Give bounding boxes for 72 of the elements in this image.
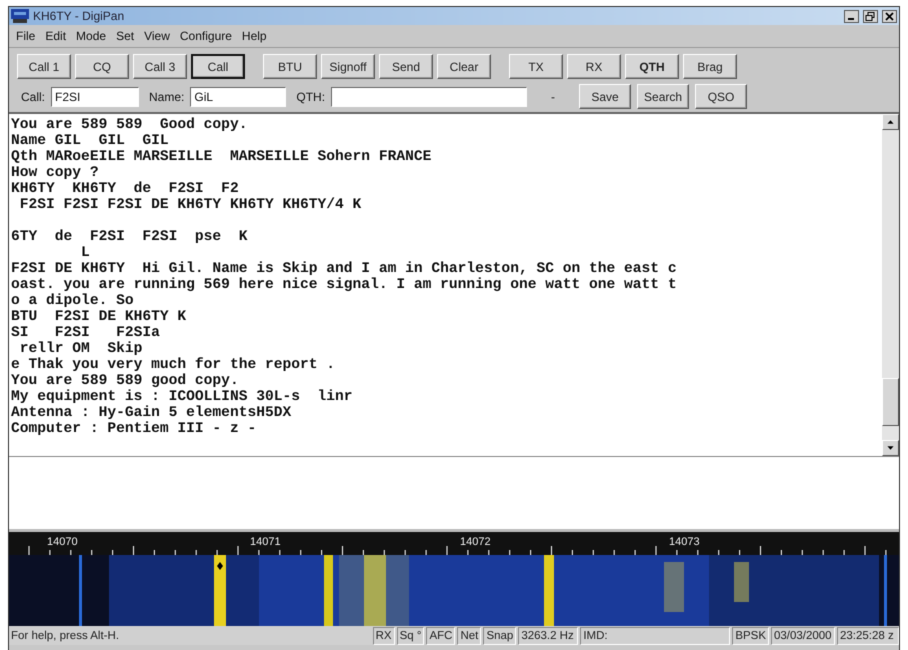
toolbar-button[interactable]: Call 3 (133, 54, 187, 79)
text-line: Name GIL GIL GIL (11, 133, 170, 149)
frequency-label: 14072 (460, 536, 491, 548)
restore-icon[interactable] (863, 10, 878, 22)
text-line: F2SI DE KH6TY Hi Gil. Name is Skip and I am in Charleston, SC on the east c (11, 261, 678, 277)
text-line: Computer : Pentiem III - z - (11, 421, 258, 437)
field-label: Call: (21, 90, 46, 104)
status-panel: 23:25:28 z (837, 627, 899, 645)
form-button[interactable]: Search (637, 84, 690, 109)
frequency-label: 14073 (669, 536, 700, 548)
toolbar-button[interactable]: BTU (263, 54, 317, 79)
text-line: You are 589 589 good copy. (11, 373, 240, 389)
text-line: How copy ? (11, 165, 100, 181)
menu-item[interactable]: Help (236, 29, 272, 43)
dash-button[interactable]: - (533, 84, 574, 109)
text-line: e Thak you very much for the report . (11, 357, 336, 373)
text-line: You are 589 589 Good copy. (11, 117, 248, 133)
status-panel: Net (457, 627, 482, 645)
input-field[interactable]: GiL (190, 86, 286, 106)
toolbar-button[interactable]: Brag (683, 54, 737, 79)
form-button[interactable]: Save (579, 84, 632, 109)
status-panel: 03/03/2000 (771, 627, 835, 645)
toolbar-button[interactable]: CQ (75, 54, 129, 79)
text-line: F2SI F2SI F2SI DE KH6TY KH6TY KH6TY/4 K (18, 197, 362, 213)
text-line: KH6TY KH6TY de F2SI F2 (11, 181, 240, 197)
toolbar-button[interactable]: TX (509, 54, 563, 79)
scroll-thumb[interactable] (882, 378, 899, 426)
status-panel: AFC (426, 627, 456, 645)
toolbar-button[interactable]: Signoff (321, 54, 375, 79)
status-panel: IMD: (580, 627, 730, 645)
form-button[interactable]: QSO (695, 84, 748, 109)
toolbar-button[interactable]: Clear (437, 54, 491, 79)
status-text: For help, press Alt-H. (10, 629, 120, 644)
scroll-down-icon[interactable] (882, 440, 899, 456)
frequency-label: 14071 (250, 536, 281, 548)
text-line: 6TY de F2SI F2SI pse K (11, 229, 248, 245)
status-panel: BPSK (732, 627, 769, 645)
status-panel: RX (372, 627, 395, 645)
window-title: KH6TY - DigiPan (33, 9, 124, 23)
menu-item[interactable]: Set (111, 29, 140, 43)
text-line: My equipment is : ICOOLLINS 30L-s linr (11, 389, 354, 405)
menu-item[interactable]: View (139, 29, 175, 43)
app-icon (11, 9, 29, 23)
text-line: oast. you are running 569 here nice signal. I am running one watt one watt t (11, 277, 678, 293)
text-line: Qth MARoeEILE MARSEILLE MARSEILLE Sohern FRANCE (11, 149, 432, 165)
toolbar-button[interactable]: Call (191, 54, 245, 79)
frequency-label: 14070 (47, 536, 78, 548)
minimize-icon[interactable] (844, 10, 859, 22)
transmit-field[interactable] (9, 457, 899, 532)
toolbar-button[interactable]: QTH (625, 54, 679, 79)
toolbar-button[interactable]: RX (567, 54, 621, 79)
menu-item[interactable]: Mode (71, 29, 112, 43)
text-line: L (80, 245, 91, 261)
menu-item[interactable]: Configure (174, 29, 237, 43)
text-line: o a dipole. So (11, 293, 135, 309)
scroll-up-icon[interactable] (882, 114, 899, 130)
text-line: Antenna : Hy-Gain 5 elementsH5DX (11, 405, 292, 421)
status-panel: Sq ° (396, 627, 424, 645)
field-label: Name: (149, 90, 184, 104)
menu-item[interactable]: Edit (40, 29, 72, 43)
toolbar-button[interactable]: Send (379, 54, 433, 79)
status-panel: 3263.2 Hz (518, 627, 578, 645)
text-line: rellr OM Skip (18, 341, 144, 357)
text-line: SI F2SI F2SIa (11, 325, 161, 341)
text-line: BTU F2SI DE KH6TY K (11, 309, 188, 325)
menu-item[interactable]: File (11, 29, 40, 43)
toolbar-button[interactable]: Call 1 (17, 54, 71, 79)
close-icon[interactable] (882, 10, 897, 22)
status-panel: Snap (483, 627, 516, 645)
input-field[interactable] (331, 86, 528, 106)
field-label: QTH: (296, 90, 326, 104)
input-field[interactable]: F2SI (51, 86, 140, 106)
